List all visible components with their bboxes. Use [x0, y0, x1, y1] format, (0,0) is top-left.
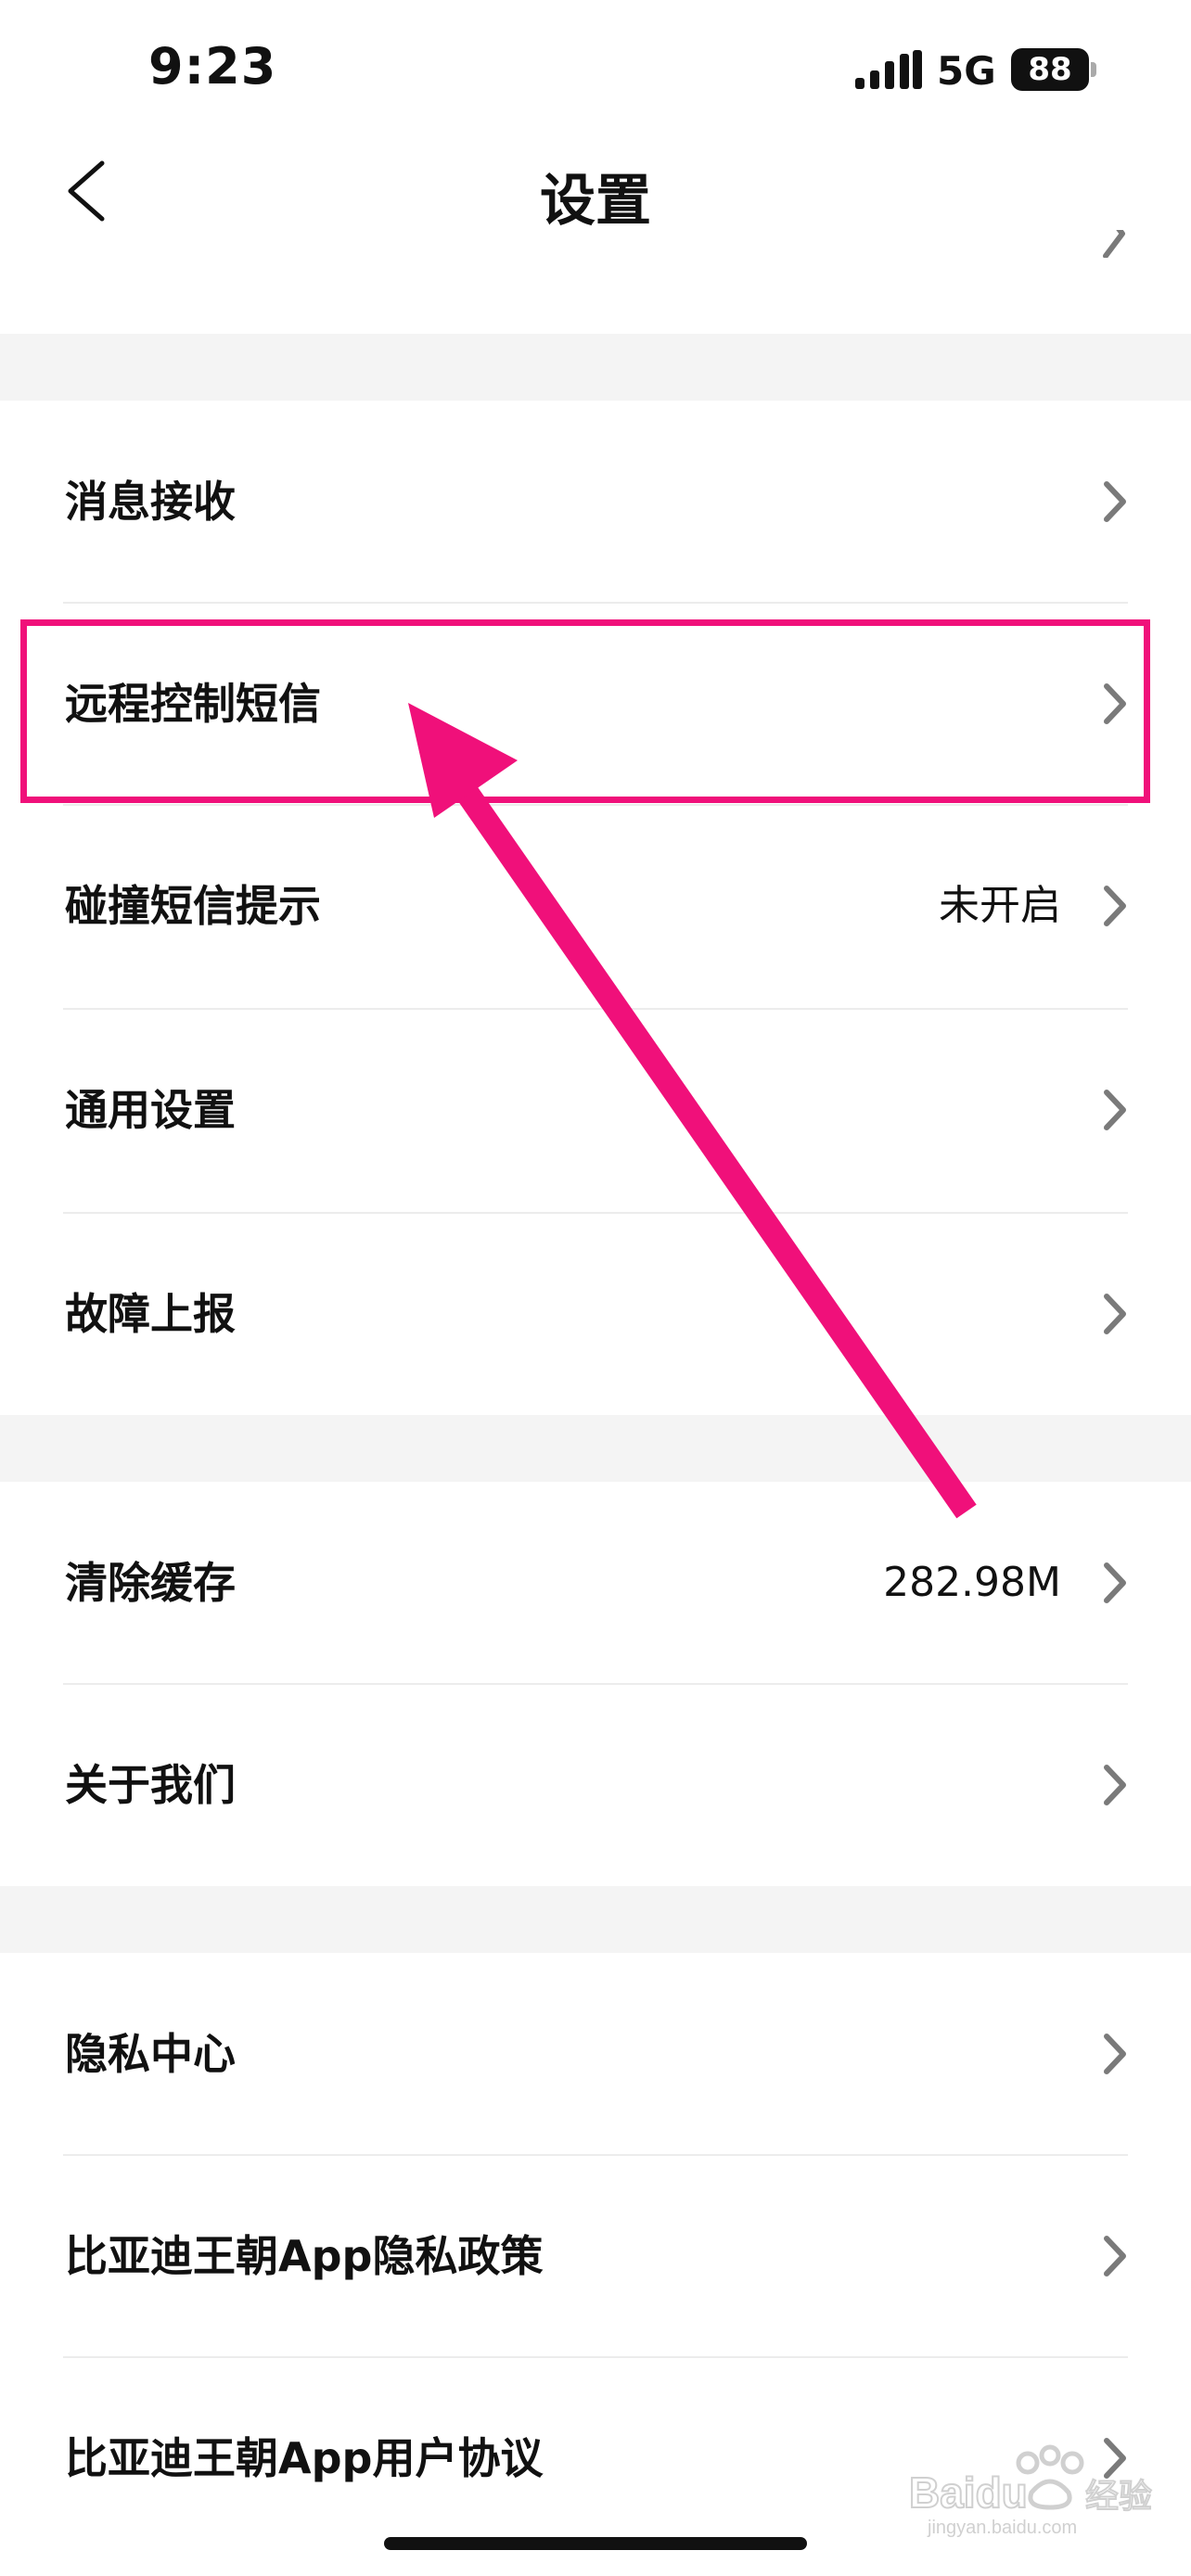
- watermark-url: jingyan.baidu.com: [927, 2518, 1077, 2537]
- status-time: 9:23: [148, 37, 277, 96]
- settings-row-about[interactable]: 关于我们: [0, 1684, 1191, 1886]
- chevron-right-icon: [1104, 2034, 1126, 2074]
- settings-row-general[interactable]: 通用设置: [0, 1009, 1191, 1211]
- watermark-label: 经验: [1085, 2478, 1152, 2516]
- settings-row-privacy-center[interactable]: 隐私中心: [0, 1953, 1191, 2155]
- section-gap: [0, 334, 1191, 401]
- battery-icon: 88: [1011, 48, 1100, 91]
- chevron-right-icon: [1104, 2236, 1126, 2276]
- status-bar: 9:23 5G 88: [0, 0, 1191, 139]
- cache-size: 282.98M: [883, 1559, 1061, 1606]
- settings-row-collision-sms[interactable]: 碰撞短信提示 未开启: [0, 805, 1191, 1007]
- row-label: 比亚迪王朝App隐私政策: [65, 2231, 544, 2281]
- section-gap: [0, 1415, 1191, 1482]
- row-label: 关于我们: [65, 1760, 236, 1810]
- chevron-right-icon: [1104, 481, 1126, 522]
- row-label: 比亚迪王朝App用户协议: [65, 2433, 544, 2483]
- chevron-right-icon: [1104, 1294, 1126, 1334]
- chevron-right-icon: [1103, 230, 1125, 258]
- watermark-brand: Baidu: [909, 2468, 1028, 2517]
- signal-icon: [855, 50, 922, 89]
- row-label: 隐私中心: [65, 2029, 236, 2079]
- settings-row-fault-report[interactable]: 故障上报: [0, 1213, 1191, 1415]
- section-gap: [0, 1886, 1191, 1953]
- chevron-right-icon: [1104, 886, 1126, 926]
- nav-bar: 设置: [0, 139, 1191, 241]
- chevron-right-icon: [1104, 1562, 1126, 1603]
- page-title: 设置: [540, 169, 651, 234]
- row-label: 碰撞短信提示: [65, 881, 321, 931]
- row-label: 消息接收: [65, 477, 236, 527]
- chevron-right-icon: [1104, 1765, 1126, 1805]
- highlight-box: [20, 619, 1150, 803]
- chevron-right-icon: [1104, 1090, 1126, 1130]
- row-label: 故障上报: [65, 1289, 236, 1339]
- network-type: 5G: [937, 48, 996, 94]
- row-label: 清除缓存: [65, 1558, 236, 1608]
- scrolled-row[interactable]: [0, 230, 1191, 334]
- battery-level: 88: [1028, 51, 1072, 88]
- baidu-watermark: Baidu 经验 jingyan.baidu.com: [909, 2444, 1153, 2537]
- settings-row-privacy-policy[interactable]: 比亚迪王朝App隐私政策: [0, 2155, 1191, 2357]
- home-indicator: [384, 2537, 807, 2550]
- row-label: 通用设置: [65, 1085, 236, 1135]
- settings-row-message[interactable]: 消息接收: [0, 401, 1191, 603]
- settings-row-clear-cache[interactable]: 清除缓存 282.98M: [0, 1482, 1191, 1684]
- row-value: 未开启: [939, 882, 1061, 929]
